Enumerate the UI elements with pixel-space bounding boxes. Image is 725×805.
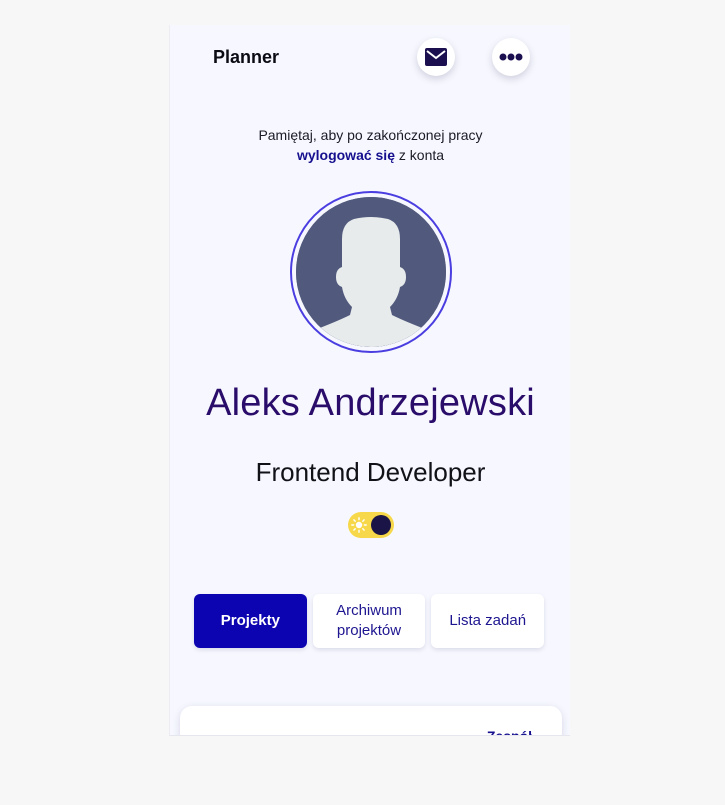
toggle-knob (371, 515, 391, 535)
more-dots-icon (499, 53, 523, 61)
app-title: Planner (213, 47, 280, 67)
tab-projekty[interactable]: Projekty (194, 594, 307, 648)
mail-icon (425, 48, 447, 66)
messages-button[interactable] (417, 38, 455, 76)
reminder-suffix: z konta (395, 147, 445, 163)
tab-lista-zadan[interactable]: Lista zadań (431, 594, 545, 648)
logout-link[interactable]: wylogować się (297, 147, 395, 163)
team-link[interactable]: Zespół (487, 728, 532, 735)
theme-toggle[interactable] (348, 512, 394, 538)
avatar-frame (290, 191, 452, 353)
sun-icon (351, 517, 367, 533)
logout-reminder: Pamiętaj, aby po zakończonej pracy wylog… (170, 125, 570, 165)
app-panel: Planner Pamiętaj, aby po zakończonej pra… (169, 25, 570, 736)
avatar (296, 197, 446, 347)
content-card: Zespół (180, 706, 562, 735)
tab-archiwum-projektow[interactable]: Archiwum projektów (312, 594, 426, 648)
reminder-line-2: wylogować się z konta (170, 145, 570, 165)
user-role: Frontend Developer (255, 457, 486, 487)
more-options-button[interactable] (492, 38, 530, 76)
user-silhouette-icon (296, 197, 446, 347)
section-tabs: Projekty Archiwum projektów Lista zadań (194, 594, 545, 648)
user-name: Aleks Andrzejewski (206, 382, 535, 424)
reminder-line: Pamiętaj, aby po zakończonej pracy (258, 127, 483, 143)
